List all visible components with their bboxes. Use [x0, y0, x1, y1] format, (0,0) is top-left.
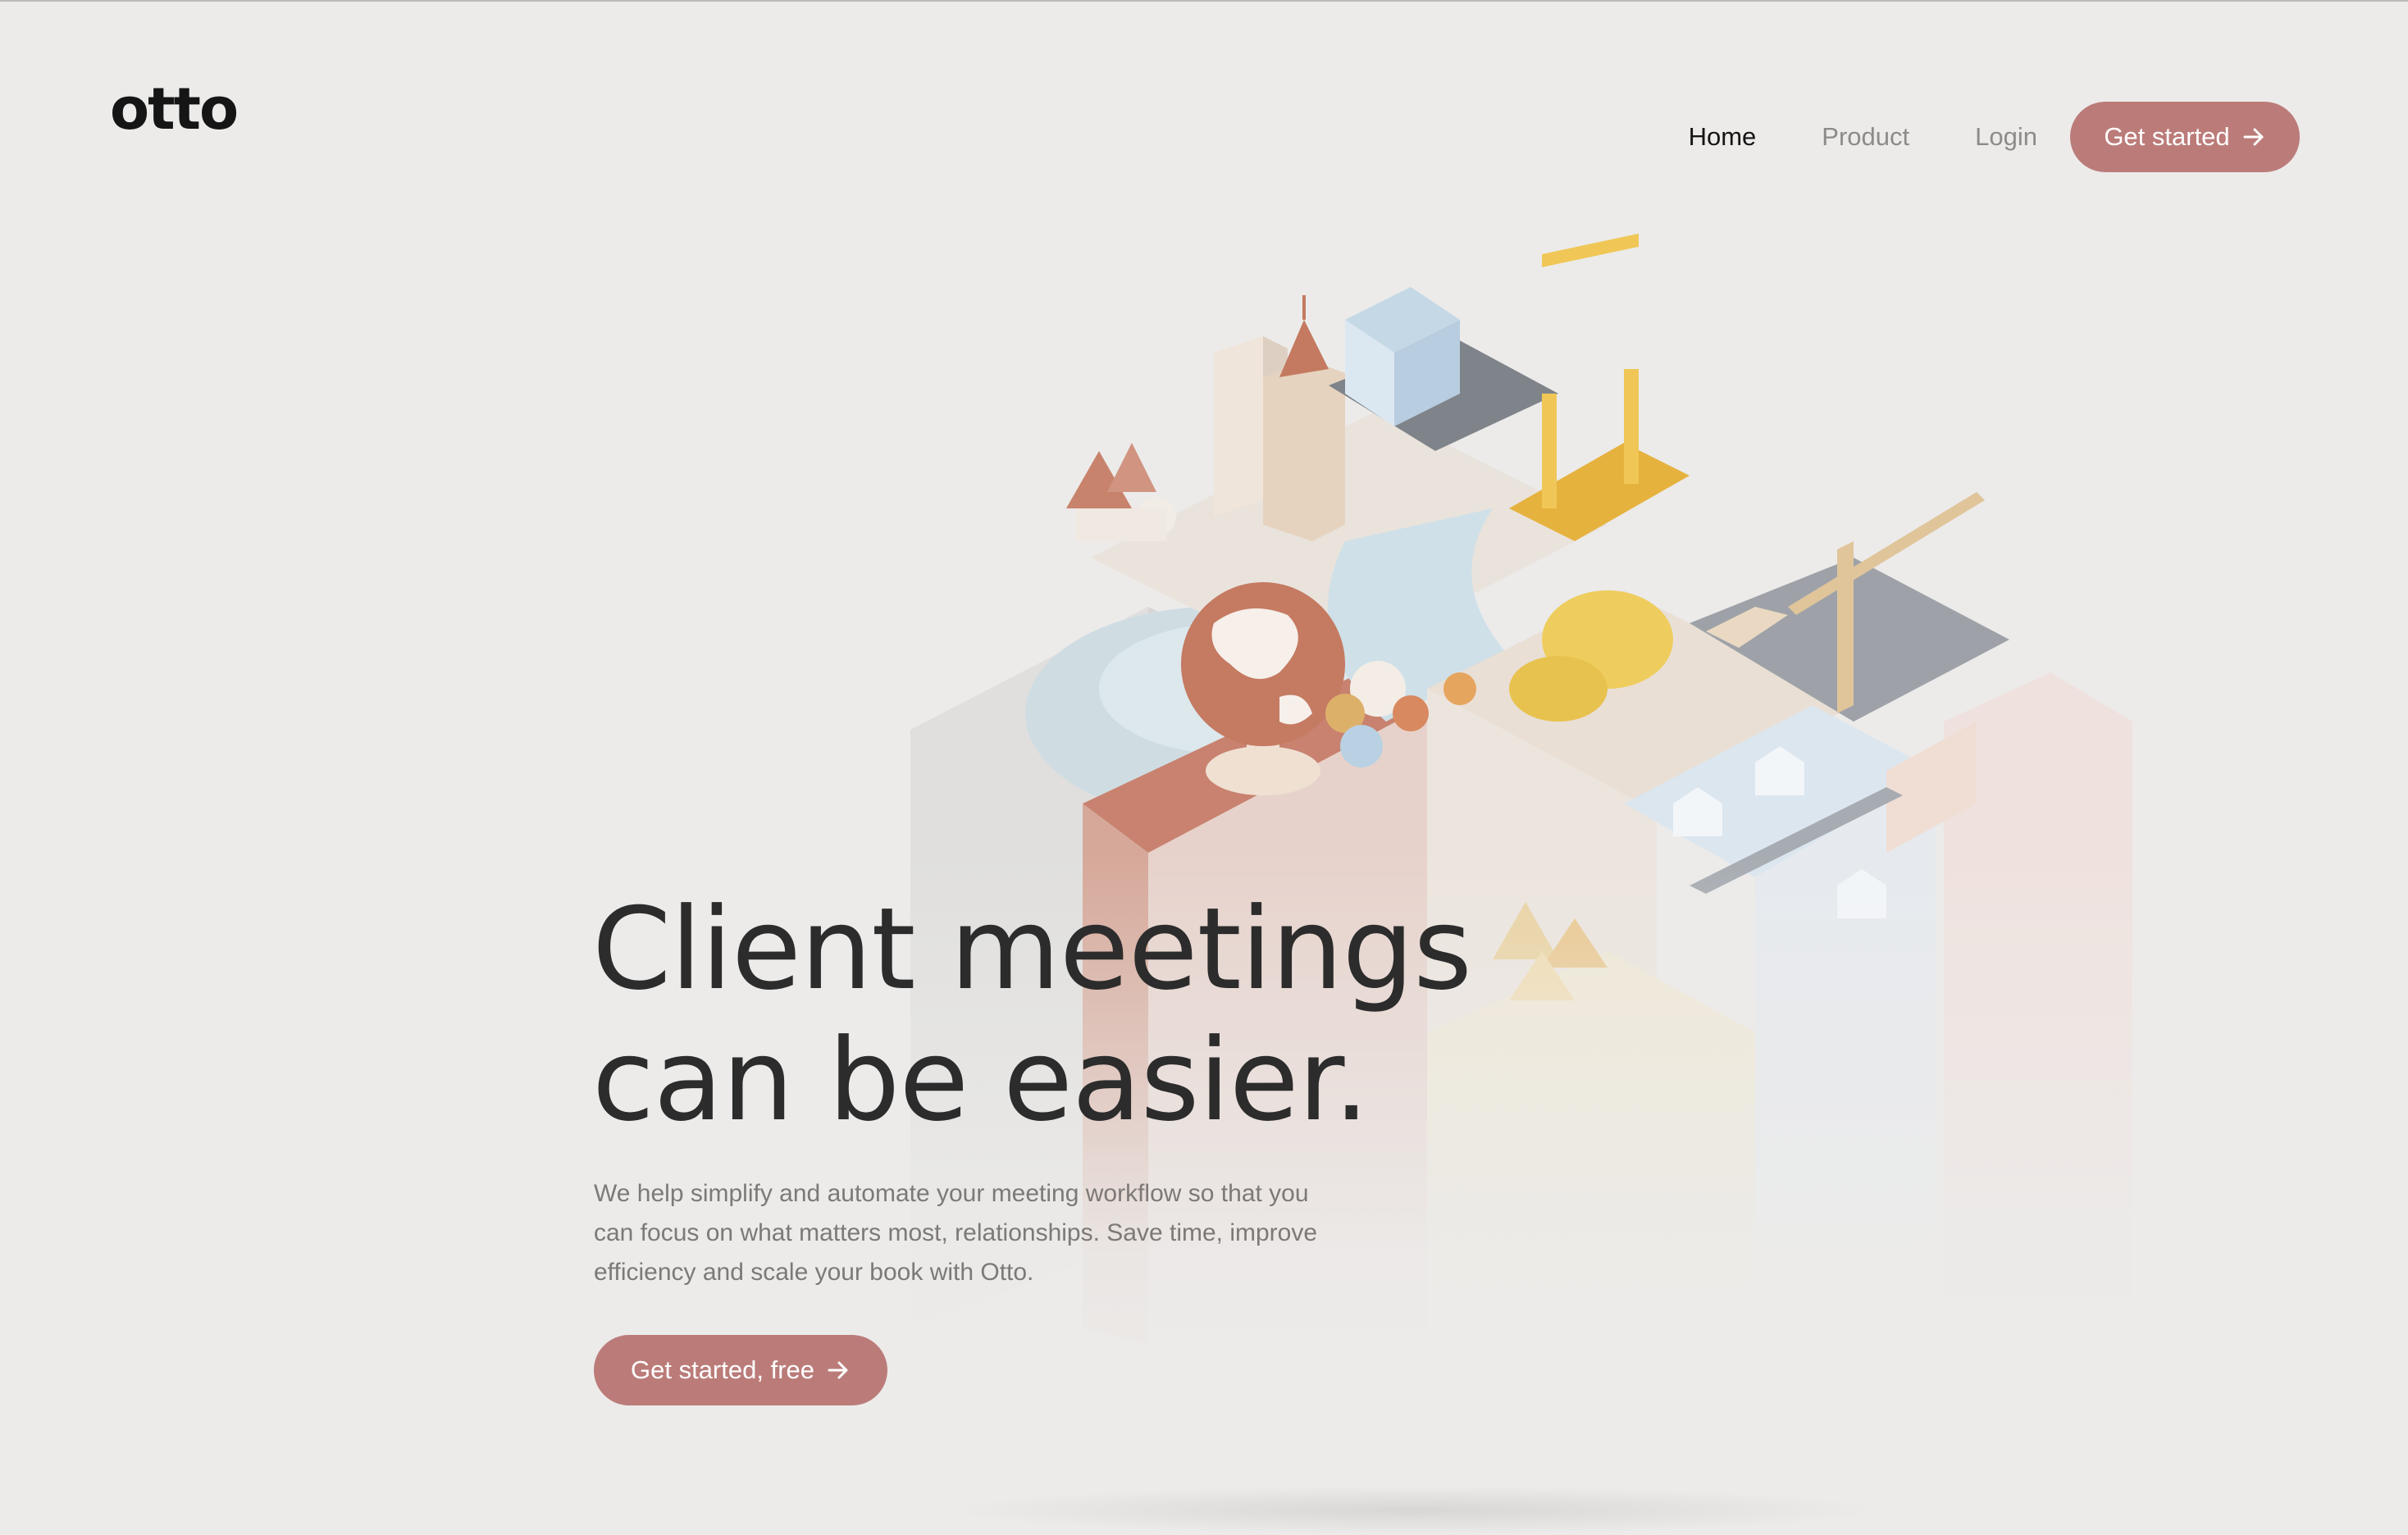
hero-title-line-1: Client meetings: [592, 883, 1472, 1015]
arrow-right-icon: [2242, 125, 2266, 149]
hero-title: Client meetings can be easier.: [592, 884, 1576, 1146]
nav-product-link[interactable]: Product: [1822, 122, 1909, 152]
header-get-started-label: Get started: [2104, 122, 2230, 151]
hero-description: We help simplify and automate your meeti…: [594, 1180, 1318, 1286]
nav-home-link[interactable]: Home: [1689, 122, 1757, 152]
hero-cta-label: Get started, free: [631, 1355, 814, 1384]
header-get-started-button[interactable]: Get started: [2070, 102, 2300, 172]
arrow-right-icon: [826, 1358, 851, 1382]
main-nav: Home Product Login Get started: [1689, 102, 2300, 172]
window-top-border: [0, 0, 2408, 2]
hero-get-started-free-button[interactable]: Get started, free: [594, 1335, 887, 1405]
hero-title-line-2: can be easier.: [592, 1014, 1370, 1146]
nav-login-link[interactable]: Login: [1975, 122, 2037, 152]
otto-logo[interactable]: otto: [110, 75, 239, 143]
bottom-shadow: [943, 1486, 1886, 1535]
skyscrapers: [1214, 295, 1345, 541]
trees-left: [1066, 443, 1176, 541]
